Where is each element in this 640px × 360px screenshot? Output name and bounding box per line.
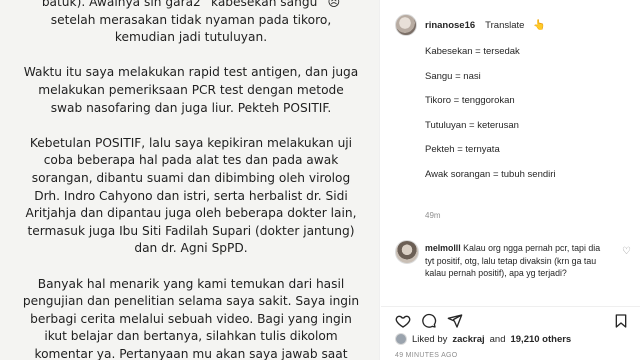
post-text-line: ikut belajar dan bertanya, silahkan tuli… (44, 329, 338, 344)
post-text-line: swab nasofaring dan juga liur. Pekteh PO… (50, 100, 332, 115)
post-text-line: komentar ya. Pertanyaan mu akan saya jaw… (34, 346, 348, 360)
comment-panel: rinanose16 Translate 👆 Kabesekan = terse… (381, 0, 640, 360)
caption-line: Awak sorangan = tubuh sendiri (425, 168, 556, 180)
post-text-line: berbagi cerita melalui sebuah video. Bag… (30, 311, 352, 326)
post-author: rinanose16 Translate 👆 (395, 14, 546, 36)
author-avatar[interactable] (395, 14, 417, 36)
likes-summary[interactable]: Liked by zackraj and 19,210 others (395, 333, 571, 345)
caption-line: Tikoro = tenggorokan (425, 95, 515, 107)
divider (381, 306, 640, 307)
post-text-line (18, 258, 364, 276)
post-text-line: coba beberapa hal pada alat tes dan pada… (43, 153, 339, 168)
likes-count[interactable]: 19,210 others (510, 334, 571, 345)
likes-and: and (489, 333, 506, 345)
caption: Kabesekan = tersedak Sangu = nasi Tikoro =… (425, 46, 625, 194)
post-text-line: Aritjahja dan dipantau juga oleh beberap… (25, 206, 357, 221)
post-text-line: sorangan, dibantu suami dan dibimbing ol… (31, 170, 351, 185)
commenter-avatar[interactable] (395, 240, 419, 264)
post-text-block: batuk). Awalnya sih gara2 “kabesekan san… (18, 0, 364, 360)
liker-avatar (395, 333, 407, 345)
post-text-line: dan dr. Agni SpPD. (134, 241, 248, 256)
post-text-line: setelah merasakan tidak nyaman pada tiko… (50, 12, 332, 27)
caption-time: 49m (425, 211, 441, 220)
post-text-line (18, 47, 364, 65)
post-text-line: kemudian jadi tutuluyan. (114, 30, 268, 45)
liker-username[interactable]: zackraj (452, 334, 484, 345)
post-timestamp: 49 MINUTES AGO (395, 352, 458, 359)
caption-line: Pekteh = ternyata (425, 144, 500, 156)
bookmark-icon[interactable] (613, 313, 629, 334)
action-bar (395, 313, 627, 333)
pointing-hand-emoji: 👆 (533, 19, 546, 31)
share-icon[interactable] (447, 313, 463, 334)
translate-link[interactable]: Translate (485, 20, 524, 31)
post-text-line: termasuk juga Ibu Siti Fadilah Supari (d… (27, 223, 355, 238)
caption-line: Kabesekan = tersedak (425, 46, 520, 57)
caption-line: Tutuluyan = keterusan (425, 119, 519, 131)
comment-like-heart-icon[interactable]: ♡ (622, 246, 631, 257)
caption-line: Sangu = nasi (425, 70, 481, 82)
heart-icon[interactable] (395, 313, 411, 334)
post-text-line: Drh. Indro Cahyono dan istri, serta herb… (34, 188, 348, 203)
post-image: batuk). Awalnya sih gara2 “kabesekan san… (0, 0, 380, 360)
comment-icon[interactable] (421, 313, 437, 334)
post-text-line: pengujian dan penelitian selama saya sak… (22, 294, 360, 309)
liked-by-prefix: Liked by (412, 333, 448, 345)
post-text-line: Banyak hal menarik yang kami temukan dar… (37, 276, 345, 291)
post-text-line: Waktu itu saya melakukan rapid test anti… (23, 65, 359, 80)
commenter-username[interactable]: melmolll (425, 243, 461, 253)
comment-text: melmolll Kalau org ngga pernah pcr, tapi… (425, 242, 607, 280)
author-username[interactable]: rinanose16 (425, 20, 475, 31)
post-text-line (18, 117, 364, 135)
post-text-line: melakukan pemeriksaan PCR test dengan me… (38, 82, 344, 97)
post-text-line: batuk). Awalnya sih gara2 “kabesekan san… (41, 0, 341, 9)
post-text-line: Kebetulan POSITIF, lalu saya kepikiran m… (29, 135, 353, 150)
